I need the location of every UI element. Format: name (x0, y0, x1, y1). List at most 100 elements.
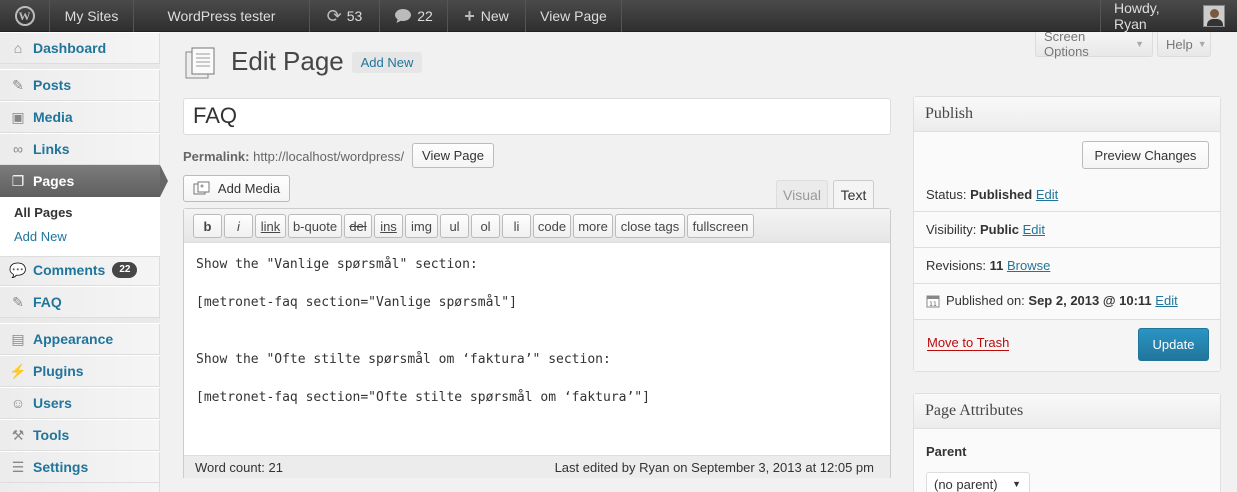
parent-select-value: (no parent) (934, 476, 998, 492)
quicktag-code-button[interactable]: code (533, 214, 571, 238)
sidebar-item-posts[interactable]: ✎ Posts (0, 69, 160, 101)
content-textarea[interactable]: Show the "Vanlige spørsmål" section: [met… (196, 255, 650, 407)
comments-count-badge: 22 (112, 262, 138, 278)
visibility-label: Visibility: (926, 222, 977, 237)
content-line: Show the "Vanlige spørsmål" section: (196, 257, 478, 272)
quicktag-blockquote-button[interactable]: b-quote (288, 214, 342, 238)
my-account-menu[interactable]: Howdy, Ryan (1100, 0, 1237, 32)
browse-revisions-link[interactable]: Browse (1007, 258, 1050, 273)
users-icon: ☺ (10, 395, 26, 411)
editor-status-bar: Word count: 21 Last edited by Ryan on Se… (184, 455, 890, 478)
add-media-button[interactable]: Add Media (183, 175, 290, 202)
sidebar-item-comments[interactable]: 💬 Comments 22 (0, 254, 160, 286)
quicktag-close-tags-button[interactable]: close tags (615, 214, 685, 238)
plugin-icon: ⚡ (9, 362, 27, 379)
new-content-menu[interactable]: + New (448, 0, 526, 32)
quicktag-li-button[interactable]: li (502, 214, 531, 238)
quicktag-del-button[interactable]: del (344, 214, 372, 238)
view-page-menu[interactable]: View Page (526, 0, 622, 32)
edit-status-link[interactable]: Edit (1036, 187, 1058, 202)
comments-count: 22 (417, 8, 433, 24)
published-on-label: Published on: (946, 293, 1025, 308)
publish-heading[interactable]: Publish (914, 97, 1220, 132)
quicktag-link-button[interactable]: link (255, 214, 286, 238)
content-editor: b i link b-quote del ins img ul ol li co… (183, 208, 891, 478)
sidebar-item-dashboard[interactable]: ⌂ Dashboard (0, 32, 160, 64)
sidebar-item-media[interactable]: ▣ Media (0, 101, 160, 133)
sidebar-item-label: Dashboard (33, 40, 107, 56)
content-line: [metronet-faq section="Ofte stilte spørs… (196, 390, 650, 405)
pages-icon: ❐ (11, 172, 25, 189)
quicktag-ins-button[interactable]: ins (374, 214, 403, 238)
updates-icon: ⟳ (326, 5, 342, 26)
comments-menu[interactable]: 22 (380, 0, 448, 32)
preview-changes-button[interactable]: Preview Changes (1082, 141, 1209, 169)
sidebar-item-settings[interactable]: ☰ Settings (0, 451, 160, 483)
content-line-blank (196, 331, 650, 350)
chevron-down-icon: ▼ (1135, 39, 1144, 49)
screen-options-label: Screen Options (1044, 29, 1089, 59)
post-title-input[interactable]: FAQ (183, 98, 891, 135)
view-page-label: View Page (540, 8, 607, 24)
quicktag-img-button[interactable]: img (405, 214, 438, 238)
quicktag-more-button[interactable]: more (573, 214, 613, 238)
edit-date-link[interactable]: Edit (1155, 293, 1177, 308)
my-sites-label: My Sites (64, 8, 119, 24)
quicktag-italic-button[interactable]: i (224, 214, 253, 238)
help-button[interactable]: Help ▼ (1157, 32, 1211, 57)
quicktags-toolbar: b i link b-quote del ins img ul ol li co… (184, 209, 890, 243)
sidebar-item-links[interactable]: ∞ Links (0, 133, 160, 165)
page-attributes-box: Page Attributes Parent (no parent) ▼ (913, 393, 1221, 492)
parent-select[interactable]: (no parent) ▼ (926, 472, 1030, 492)
tab-text[interactable]: Text (833, 180, 874, 208)
view-page-button[interactable]: View Page (412, 143, 494, 168)
content-line: Show the "Ofte stilte spørsmål om ‘faktu… (196, 352, 611, 367)
sidebar-item-label: Comments (33, 262, 106, 278)
status-value: Published (970, 187, 1033, 202)
sidebar-item-label: Pages (33, 173, 75, 189)
visibility-value: Public (979, 222, 1019, 237)
published-on-value: Sep 2, 2013 @ 10:11 (1028, 293, 1152, 308)
submenu-all-pages[interactable]: All Pages (14, 205, 73, 220)
quicktag-fullscreen-button[interactable]: fullscreen (687, 214, 754, 238)
quicktag-ol-button[interactable]: ol (471, 214, 500, 238)
page-attributes-heading[interactable]: Page Attributes (914, 394, 1220, 429)
update-button[interactable]: Update (1138, 328, 1209, 361)
help-label: Help (1166, 36, 1193, 52)
move-to-trash-link[interactable]: Move to Trash (927, 335, 1010, 351)
my-sites-menu[interactable]: My Sites (50, 0, 134, 32)
add-new-button[interactable]: Add New (352, 52, 422, 73)
revisions-label: Revisions: (926, 258, 986, 273)
quicktag-bold-button[interactable]: b (193, 214, 222, 238)
revisions-value: 11 (989, 258, 1004, 273)
sidebar-item-pages[interactable]: ❐ Pages (0, 165, 168, 197)
status-label: Status: (926, 187, 967, 202)
new-label: New (480, 8, 509, 24)
parent-label: Parent (926, 444, 967, 459)
revisions-row: Revisions: 11 Browse (926, 258, 1050, 273)
media-icon: ▣ (11, 108, 25, 125)
sidebar-item-plugins[interactable]: ⚡ Plugins (0, 355, 160, 387)
sidebar-item-faq[interactable]: ✎ FAQ (0, 286, 160, 318)
sidebar-item-appearance[interactable]: ▤ Appearance (0, 323, 160, 355)
sidebar-item-label: Tools (33, 427, 70, 443)
pushpin-icon: ✎ (12, 76, 24, 93)
chevron-down-icon: ▼ (1012, 479, 1021, 489)
sidebar-item-users[interactable]: ☺ Users (0, 387, 160, 419)
sidebar-item-label: Media (33, 109, 73, 125)
svg-text:11: 11 (929, 301, 937, 308)
wordpress-logo-menu[interactable]: W (0, 0, 50, 32)
edit-visibility-link[interactable]: Edit (1023, 222, 1045, 237)
site-name-menu[interactable]: WordPress tester (134, 0, 310, 32)
screen-options-button[interactable]: Screen Options ▼ (1035, 29, 1153, 59)
sidebar-item-label: Links (33, 141, 70, 157)
quicktag-ul-button[interactable]: ul (440, 214, 469, 238)
tab-visual[interactable]: Visual (776, 180, 828, 208)
status-row: Status: Published Edit (926, 187, 1058, 202)
sidebar-item-tools[interactable]: ⚒ Tools (0, 419, 160, 451)
content-line-blank (196, 369, 650, 388)
tools-icon: ⚒ (11, 426, 25, 443)
submenu-add-new[interactable]: Add New (14, 229, 67, 244)
sidebar-item-label: Posts (33, 77, 72, 93)
updates-menu[interactable]: ⟳ 53 (310, 0, 380, 32)
